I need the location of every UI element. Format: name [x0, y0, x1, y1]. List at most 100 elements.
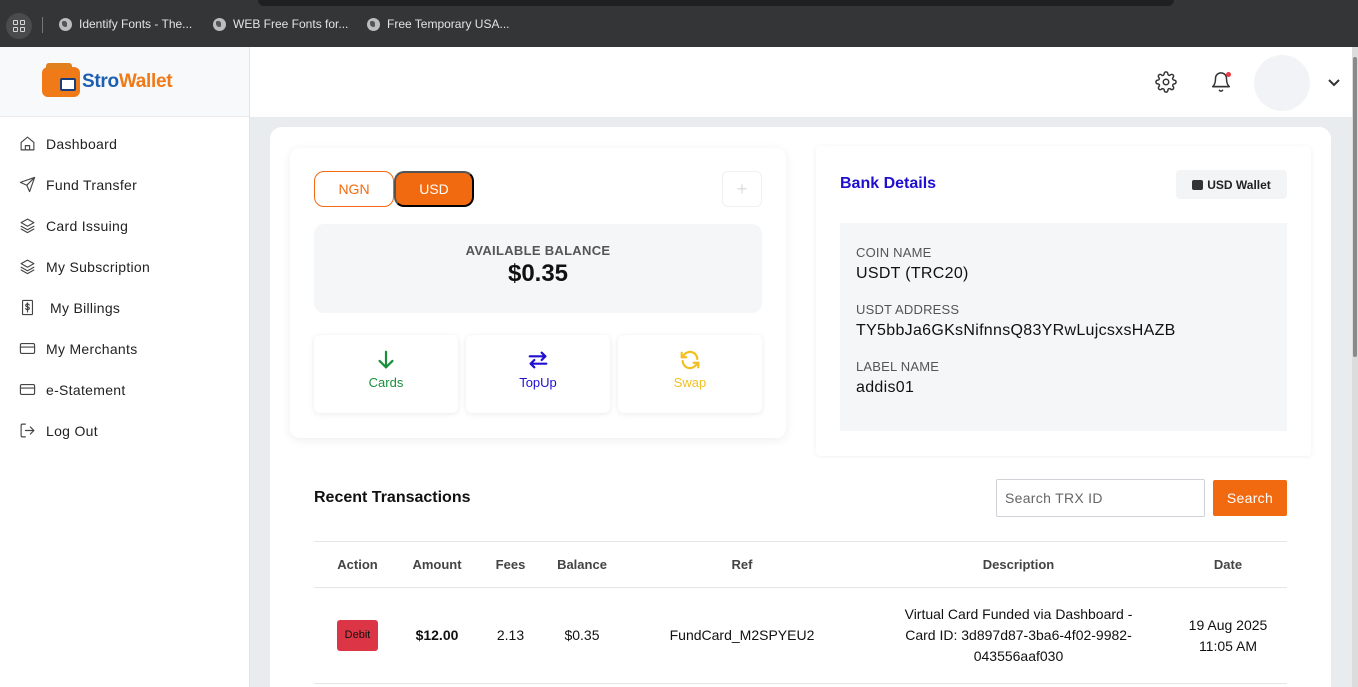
sidebar-item-dashboard[interactable]: Dashboard	[0, 123, 249, 164]
browser-address-bar-edge	[258, 0, 1174, 6]
sidebar-item-label: e-Statement	[46, 381, 126, 398]
bell-icon[interactable]	[1210, 71, 1232, 93]
column-header: Description	[868, 541, 1169, 588]
bookmark-label: Free Temporary USA...	[387, 17, 510, 31]
bookmark-item[interactable]: Identify Fonts - The...	[59, 17, 192, 31]
exchange-icon	[528, 351, 548, 369]
sidebar-nav: Dashboard Fund Transfer Card Issuing My …	[0, 117, 249, 451]
sidebar-item-label: My Billings	[50, 299, 121, 316]
dollar-icon	[19, 299, 36, 316]
chevron-down-icon[interactable]	[1326, 74, 1342, 90]
action-label: TopUp	[519, 375, 557, 390]
notification-dot	[1226, 72, 1231, 77]
home-icon	[19, 135, 36, 152]
sidebar: StroWallet Dashboard Fund Transfer Card …	[0, 47, 250, 687]
globe-icon	[59, 17, 72, 31]
cell-description: Virtual Card Funded via Dashboard - Card…	[868, 587, 1169, 684]
column-header: Balance	[548, 541, 616, 588]
column-header: Amount	[401, 541, 473, 588]
cell-fees: 2.13	[473, 587, 548, 684]
bookmark-label: Identify Fonts - The...	[79, 17, 193, 31]
layers-icon	[19, 217, 36, 234]
sidebar-item-my-subscription[interactable]: My Subscription	[0, 246, 249, 287]
wallet-logo-icon	[42, 62, 80, 97]
action-label: Swap	[673, 375, 707, 390]
search-trx-input[interactable]	[996, 479, 1205, 517]
coin-name-value: USDT (TRC20)	[856, 265, 969, 282]
recent-transactions-card: Recent Transactions Search Action Amount…	[290, 458, 1311, 687]
sidebar-item-card-issuing[interactable]: Card Issuing	[0, 205, 249, 246]
send-icon	[19, 176, 36, 193]
topup-action-button[interactable]: TopUp	[466, 335, 610, 413]
layers-icon	[19, 258, 36, 275]
label-name-label: LABEL NAME	[856, 359, 940, 374]
sidebar-item-label: My Subscription	[46, 258, 151, 275]
cards-action-button[interactable]: Cards	[314, 335, 458, 413]
avatar[interactable]	[1254, 55, 1310, 111]
globe-icon	[213, 17, 226, 31]
sidebar-item-my-merchants[interactable]: My Merchants	[0, 328, 249, 369]
brand-logo[interactable]: StroWallet	[0, 47, 249, 117]
bank-details-title: Bank Details	[840, 175, 937, 192]
label-name-value: addis01	[856, 379, 915, 396]
arrow-down-icon	[378, 350, 394, 369]
bookmark-item[interactable]: WEB Free Fonts for...	[213, 17, 348, 31]
cell-amount: $12.00	[401, 587, 473, 684]
debit-badge: Debit	[336, 620, 379, 651]
bookmark-label: WEB Free Fonts for...	[233, 17, 349, 31]
brand-name: StroWallet	[82, 70, 173, 93]
balance-value: $0.35	[507, 260, 569, 287]
sidebar-item-fund-transfer[interactable]: Fund Transfer	[0, 164, 249, 205]
sidebar-item-log-out[interactable]: Log Out	[0, 410, 249, 451]
wallet-badge-label: USD Wallet	[1207, 177, 1271, 192]
coin-name-label: COIN NAME	[856, 245, 932, 260]
top-header	[250, 47, 1352, 117]
gear-icon[interactable]	[1155, 71, 1177, 93]
sidebar-item-label: Log Out	[46, 422, 98, 439]
balance-box: AVAILABLE BALANCE $0.35	[314, 224, 762, 313]
add-wallet-button[interactable]: +	[722, 171, 762, 207]
sidebar-item-label: Card Issuing	[46, 217, 129, 234]
column-header: Action	[314, 541, 401, 588]
sidebar-item-e-statement[interactable]: e-Statement	[0, 369, 249, 410]
brand-name-part1: Stro	[82, 70, 119, 92]
bookmark-separator	[42, 17, 43, 33]
browser-bookmarks-bar: Identify Fonts - The... WEB Free Fonts f…	[0, 0, 1358, 47]
action-label: Cards	[368, 375, 404, 390]
swap-action-button[interactable]: Swap	[618, 335, 762, 413]
sidebar-item-label: Fund Transfer	[46, 176, 138, 193]
search-button[interactable]: Search	[1213, 480, 1287, 516]
refresh-icon	[680, 350, 700, 370]
bank-info-box: COIN NAME USDT (TRC20) USDT ADDRESS TY5b…	[840, 223, 1287, 431]
table-header-row: Action Amount Fees Balance Ref Descripti…	[314, 541, 1287, 588]
bank-details-card: Bank Details USD Wallet COIN NAME USDT (…	[816, 146, 1311, 456]
currency-tab-ngn[interactable]: NGN	[314, 171, 394, 207]
usdt-address-value: TY5bbJa6GKsNifnnsQ83YRwLujcsxsHAZB	[856, 322, 1176, 339]
credit-card-icon	[19, 381, 36, 398]
usdt-address-label: USDT ADDRESS	[856, 302, 960, 317]
column-header: Date	[1169, 541, 1287, 588]
sidebar-item-my-billings[interactable]: My Billings	[0, 287, 249, 328]
cell-action: Debit	[314, 587, 401, 684]
balance-label: AVAILABLE BALANCE	[465, 243, 611, 258]
wallet-icon	[1192, 179, 1204, 190]
usd-wallet-badge[interactable]: USD Wallet	[1176, 170, 1287, 199]
cell-balance: $0.35	[548, 587, 616, 684]
column-header: Ref	[616, 541, 868, 588]
sidebar-item-label: My Merchants	[46, 340, 138, 357]
apps-grid-icon[interactable]	[6, 13, 32, 39]
cell-date: 19 Aug 2025 11:05 AM	[1169, 587, 1287, 684]
cell-ref: FundCard_M2SPYEU2	[616, 587, 868, 684]
table-row[interactable]: Debit $12.00 2.13 $0.35 FundCard_M2SPYEU…	[314, 587, 1287, 684]
transactions-table: Action Amount Fees Balance Ref Descripti…	[314, 541, 1287, 684]
scrollbar[interactable]	[1352, 47, 1358, 687]
bookmark-item[interactable]: Free Temporary USA...	[367, 17, 509, 31]
column-header: Fees	[473, 541, 548, 588]
credit-card-icon	[19, 340, 36, 357]
globe-icon	[367, 17, 380, 31]
brand-name-part2: Wallet	[118, 70, 173, 92]
transactions-title: Recent Transactions	[314, 489, 471, 506]
logout-icon	[19, 422, 36, 439]
wallet-card: NGN USD + AVAILABLE BALANCE $0.35 Cards …	[290, 148, 786, 438]
currency-tab-usd[interactable]: USD	[394, 171, 474, 207]
